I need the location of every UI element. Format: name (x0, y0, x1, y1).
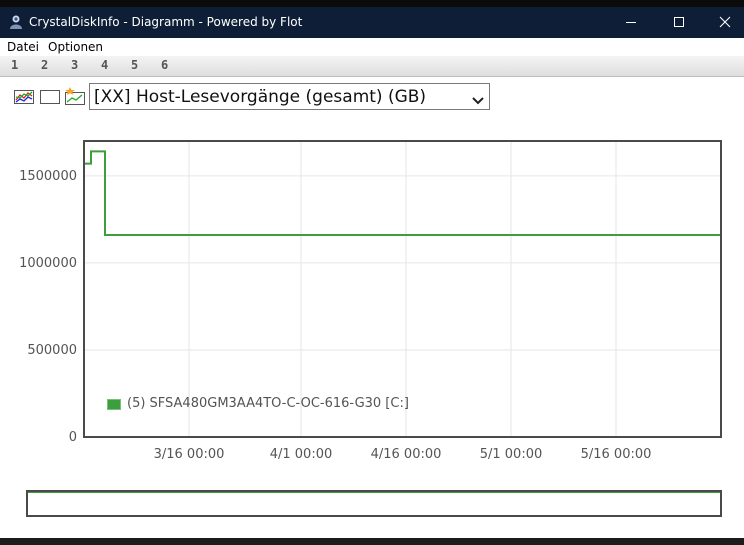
top-strip (0, 0, 744, 7)
app-window: CrystalDiskInfo - Diagramm - Powered by … (0, 7, 744, 538)
overview-frame (26, 490, 722, 517)
bottom-strip (0, 538, 744, 545)
overview-chart[interactable] (0, 7, 744, 538)
